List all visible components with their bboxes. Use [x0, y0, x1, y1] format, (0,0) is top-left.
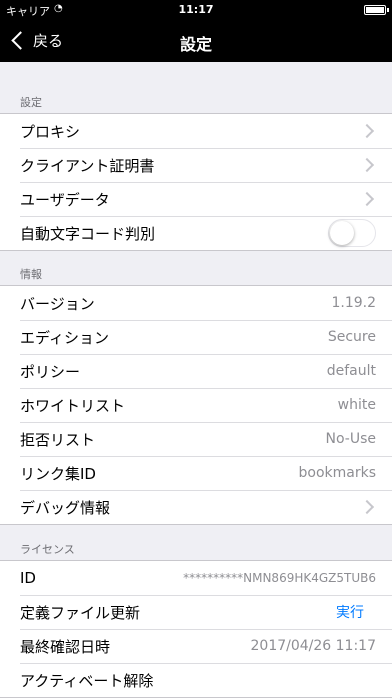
toggle-knob	[330, 221, 354, 245]
clock: 11:17	[178, 3, 214, 16]
chevron-right-icon	[359, 157, 375, 173]
row-value: bookmarks	[298, 465, 377, 481]
row-last-checked: 最終確認日時 2017/04/26 11:17	[0, 629, 392, 663]
row-value: No-Use	[325, 431, 376, 447]
row-label: 定義ファイル更新	[20, 603, 141, 622]
row-label: クライアント証明書	[20, 156, 155, 175]
row-label: バージョン	[20, 294, 95, 313]
status-bar: キャリア ◔ 11:17	[0, 0, 392, 20]
section-header-settings: 設定	[20, 96, 42, 109]
auto-encoding-toggle[interactable]	[328, 219, 376, 247]
row-value: 1.19.2	[331, 295, 376, 311]
row-proxy[interactable]: プロキシ	[0, 114, 392, 148]
row-auto-encoding: 自動文字コード判別	[0, 216, 392, 250]
page-title: 設定	[179, 35, 212, 54]
info-group: バージョン 1.19.2 エディション Secure ポリシー default …	[0, 285, 392, 525]
row-label: アクティベート解除	[20, 671, 154, 690]
section-header-license: ライセンス	[20, 543, 75, 556]
row-value: white	[337, 397, 376, 413]
row-link-collection-id: リンク集ID bookmarks	[0, 456, 392, 490]
row-label: ID	[20, 569, 36, 587]
row-label: ユーザデータ	[20, 190, 110, 209]
row-definition-update: 定義ファイル更新 実行	[0, 595, 392, 629]
row-value: default	[326, 363, 376, 379]
row-label: ポリシー	[20, 362, 81, 381]
row-value: 2017/04/26 11:17	[250, 638, 377, 654]
chevron-right-icon	[359, 123, 375, 139]
row-label: エディション	[20, 328, 109, 347]
row-deactivate[interactable]: アクティベート解除	[0, 663, 392, 697]
row-license-id: ID **********NMN869HK4GZ5TUB6	[0, 561, 392, 595]
row-client-certificate[interactable]: クライアント証明書	[0, 148, 392, 182]
chevron-right-icon	[359, 191, 375, 207]
navigation-bar: 戻る 設定	[0, 20, 392, 62]
battery-icon	[364, 5, 389, 15]
chevron-right-icon	[359, 499, 375, 515]
row-label: リンク集ID	[20, 464, 96, 483]
row-value: **********NMN869HK4GZ5TUB6	[183, 571, 376, 585]
row-label: 拒否リスト	[20, 430, 96, 449]
row-denylist: 拒否リスト No-Use	[0, 422, 392, 456]
section-header-info: 情報	[20, 268, 42, 281]
settings-group: プロキシ クライアント証明書 ユーザデータ 自動文字コード判別	[0, 113, 392, 251]
row-whitelist: ホワイトリスト white	[0, 388, 392, 422]
row-edition: エディション Secure	[0, 320, 392, 354]
row-version: バージョン 1.19.2	[0, 286, 392, 320]
license-group: ID **********NMN869HK4GZ5TUB6 定義ファイル更新 実…	[0, 560, 392, 698]
row-label: ホワイトリスト	[20, 396, 126, 415]
row-label: 最終確認日時	[20, 637, 111, 656]
row-policy: ポリシー default	[0, 354, 392, 388]
row-value: Secure	[327, 329, 376, 345]
row-user-data[interactable]: ユーザデータ	[0, 182, 392, 216]
run-update-button[interactable]: 実行	[336, 602, 364, 622]
row-debug-info[interactable]: デバッグ情報	[0, 490, 392, 524]
row-label: プロキシ	[20, 122, 81, 141]
row-label: デバッグ情報	[20, 498, 111, 517]
row-label: 自動文字コード判別	[20, 224, 156, 243]
